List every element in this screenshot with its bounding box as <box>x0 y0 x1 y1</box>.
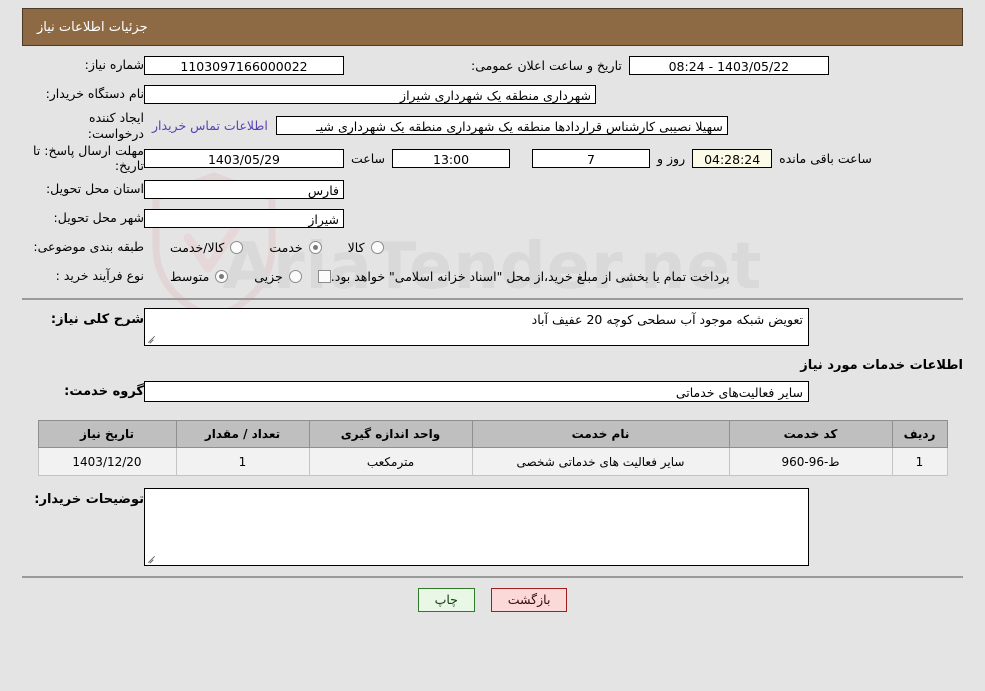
subject-category-label: طبقه بندی موضوعی: <box>33 239 144 255</box>
subject-category-radio-group: کالا خدمت کالا/خدمت <box>144 240 384 255</box>
page-header-bar: جزئیات اطلاعات نیاز <box>22 8 963 46</box>
buyer-org-value: شهرداری منطقه یک شهرداری شیراز <box>144 84 596 104</box>
row-buyer-org: شهرداری منطقه یک شهرداری شیراز نام دستگا… <box>22 81 963 107</box>
buyer-notes-textarea[interactable] <box>144 488 809 566</box>
print-button[interactable]: چاپ <box>417 588 475 612</box>
buyer-notes-section: توضیحات خریدار: <box>22 488 963 578</box>
deadline-date-value: 1403/05/29 <box>144 149 344 169</box>
col-need-date: تاریخ نیاز <box>37 420 177 448</box>
radio-kala-icon[interactable] <box>370 240 384 254</box>
remaining-days-value: 7 <box>532 149 651 169</box>
row-delivery-city: شیراز شهر محل تحویل: <box>22 205 963 231</box>
remaining-suffix-label: ساعت باقی مانده <box>779 151 872 167</box>
remaining-time-value: 04:28:24 <box>692 149 773 169</box>
row-purchase-process: پرداخت تمام یا بخشی از مبلغ خرید،از محل … <box>22 263 963 289</box>
radio-motavaset-icon[interactable] <box>215 269 229 283</box>
cell-unit: مترمکعب <box>308 447 473 476</box>
delivery-province-label: استان محل تحویل: <box>45 181 144 197</box>
col-unit: واحد اندازه گیری <box>308 420 473 448</box>
row-response-deadline: ساعت باقی مانده 04:28:24 روز و 7 13:00 س… <box>22 144 963 173</box>
service-group-label: گروه خدمت: <box>64 384 144 399</box>
need-details-section: 1403/05/22 - 08:24 تاریخ و ساعت اعلان عم… <box>22 52 963 300</box>
table-row: 1 ط-96-960 سایر فعالیت های خدماتی شخصی م… <box>37 447 948 476</box>
deadline-time-value: 13:00 <box>392 149 511 169</box>
col-index: ردیف <box>891 420 948 448</box>
radio-khedmat-label: خدمت <box>269 239 303 255</box>
services-heading: اطلاعات خدمات مورد نیاز <box>800 358 963 373</box>
col-name: نام خدمت <box>471 420 730 448</box>
deadline-time-label: ساعت <box>351 151 386 167</box>
page-root: جزئیات اطلاعات نیاز AriaTender.net 1403/… <box>0 0 985 691</box>
radio-khedmat-icon[interactable] <box>308 240 322 254</box>
delivery-city-value: شیراز <box>144 208 344 228</box>
radio-option-khedmat[interactable]: خدمت <box>269 239 322 255</box>
radio-jozyi-icon[interactable] <box>288 269 302 283</box>
treasury-checkbox[interactable] <box>317 269 331 283</box>
footer-actions: بازگشت چاپ <box>0 588 985 612</box>
row-buyer-notes: توضیحات خریدار: <box>22 488 963 566</box>
radio-kala-label: کالا <box>347 239 365 255</box>
cell-name: سایر فعالیت های خدماتی شخصی <box>471 447 730 476</box>
row-delivery-province: فارس استان محل تحویل: <box>22 176 963 202</box>
services-table: ردیف کد خدمت نام خدمت واحد اندازه گیری ت… <box>37 420 948 476</box>
table-header-row: ردیف کد خدمت نام خدمت واحد اندازه گیری ت… <box>37 420 948 448</box>
days-and-label: روز و <box>657 151 686 167</box>
cell-quantity: 1 <box>175 447 310 476</box>
row-general-description: تعویض شبکه موجود آب سطحی کوچه 20 عفیف آب… <box>22 308 963 346</box>
general-description-textarea[interactable]: تعویض شبکه موجود آب سطحی کوچه 20 عفیف آب… <box>144 308 809 346</box>
resize-grip-icon[interactable] <box>147 554 157 564</box>
radio-kala-khedmat-icon[interactable] <box>230 240 244 254</box>
row-request-creator: سهیلا نصیبی کارشناس قراردادها منطقه یک ش… <box>22 110 963 141</box>
radio-option-kala[interactable]: کالا <box>348 240 384 255</box>
row-subject-category: کالا خدمت کالا/خدمت طبقه بندی موضوعی: <box>22 234 963 260</box>
page-title: جزئیات اطلاعات نیاز <box>37 19 148 35</box>
resize-grip-icon[interactable] <box>147 334 157 344</box>
radio-option-motavaset[interactable]: متوسط <box>170 268 229 284</box>
public-announce-label: تاریخ و ساعت اعلان عمومی: <box>471 57 622 73</box>
response-deadline-label: مهلت ارسال پاسخ: تا تاریخ: <box>33 143 144 173</box>
delivery-province-value: فارس <box>144 179 344 199</box>
col-code: کد خدمت <box>728 420 893 448</box>
general-description-section: تعویض شبکه موجود آب سطحی کوچه 20 عفیف آب… <box>22 308 963 416</box>
purchase-process-radio-group: جزیی متوسط <box>144 269 302 284</box>
radio-option-jozyi[interactable]: جزیی <box>254 269 302 284</box>
row-need-number: 1403/05/22 - 08:24 تاریخ و ساعت اعلان عم… <box>22 52 963 78</box>
general-description-value: تعویض شبکه موجود آب سطحی کوچه 20 عفیف آب… <box>531 312 803 327</box>
services-table-wrapper: ردیف کد خدمت نام خدمت واحد اندازه گیری ت… <box>18 420 967 476</box>
need-number-label: شماره نیاز: <box>84 57 144 73</box>
request-creator-value: سهیلا نصیبی کارشناس قراردادها منطقه یک ش… <box>275 116 728 136</box>
need-number-value: 1103097166000022 <box>144 55 344 75</box>
row-service-group: سایر فعالیت‌های خدماتی گروه خدمت: <box>22 381 963 402</box>
public-announce-value: 1403/05/22 - 08:24 <box>628 55 829 75</box>
cell-code: ط-96-960 <box>728 447 893 476</box>
radio-jozyi-label: جزیی <box>254 268 283 284</box>
col-quantity: تعداد / مقدار <box>175 420 310 448</box>
radio-motavaset-label: متوسط <box>170 268 210 284</box>
radio-kala-khedmat-label: کالا/خدمت <box>170 239 225 255</box>
cell-index: 1 <box>891 447 948 476</box>
delivery-city-label: شهر محل تحویل: <box>53 210 144 226</box>
request-creator-label: ایجاد کننده درخواست: <box>87 110 144 141</box>
purchase-process-label: نوع فرآیند خرید : <box>55 268 144 284</box>
cell-need-date: 1403/12/20 <box>37 447 177 476</box>
service-group-value: سایر فعالیت‌های خدماتی <box>144 381 809 402</box>
general-description-label: شرح کلی نیاز: <box>50 312 144 327</box>
treasury-note-text: پرداخت تمام یا بخشی از مبلغ خرید،از محل … <box>330 268 730 284</box>
buyer-contact-link[interactable]: اطلاعات تماس خریدار <box>144 118 276 133</box>
back-button[interactable]: بازگشت <box>490 588 568 612</box>
buyer-org-label: نام دستگاه خریدار: <box>45 86 144 102</box>
radio-option-kala-khedmat[interactable]: کالا/خدمت <box>170 239 244 255</box>
buyer-notes-label: توضیحات خریدار: <box>34 492 144 507</box>
